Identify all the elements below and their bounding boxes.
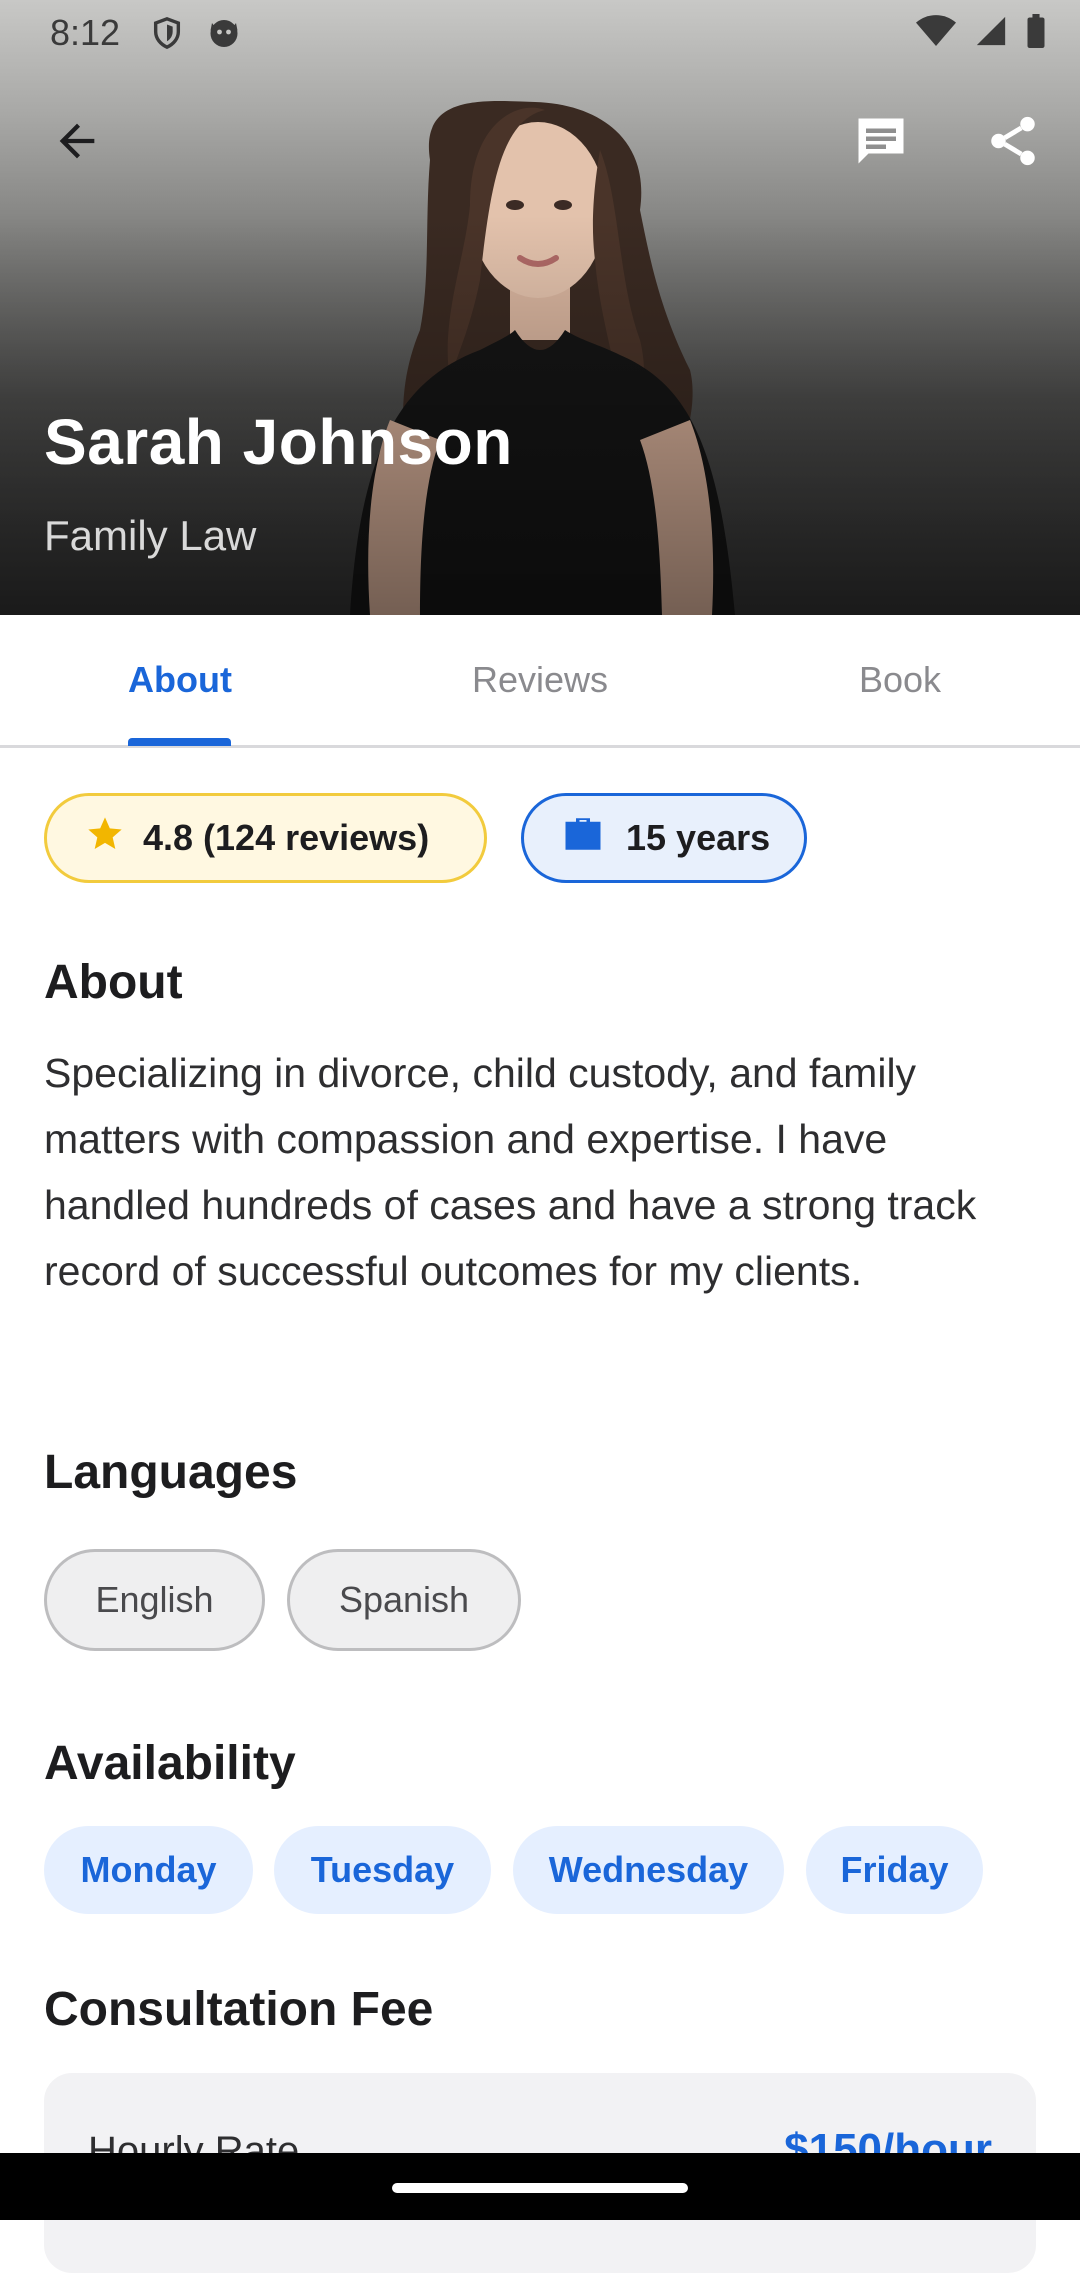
status-icons-right [916,14,1046,57]
back-button[interactable] [32,98,122,188]
status-bar: 8:12 [0,0,1080,66]
tab-reviews[interactable]: Reviews [360,615,720,745]
tab-book[interactable]: Book [720,615,1080,745]
share-button[interactable] [968,98,1058,188]
language-chip-english: English [44,1549,265,1651]
tab-about[interactable]: About [0,615,360,745]
consultation-fee-heading: Consultation Fee [44,1983,434,2036]
status-icons-left [150,14,242,61]
briefcase-icon [562,814,604,863]
message-icon [851,111,911,176]
system-navigation-bar [0,2153,1080,2220]
day-chip-tuesday: Tuesday [274,1826,491,1914]
status-time: 8:12 [50,12,121,53]
back-arrow-icon [51,115,103,172]
experience-badge: 15 years [521,793,807,883]
shield-icon [150,14,184,61]
profile-hero: 8:12 Sarah Johnson Family Law [0,0,1080,615]
availability-heading: Availability [44,1737,296,1790]
about-heading: About [44,956,183,1009]
active-tab-indicator [128,738,231,746]
cell-signal-icon [974,14,1008,57]
message-button[interactable] [836,98,926,188]
share-icon [984,112,1042,175]
rating-badge: 4.8 (124 reviews) [44,793,487,883]
battery-icon [1026,14,1046,57]
star-icon [85,814,125,863]
day-chip-friday: Friday [806,1826,983,1914]
wifi-icon [916,14,956,57]
lawyer-name: Sarah Johnson [44,406,513,478]
about-description: Specializing in divorce, child custody, … [44,1050,977,1294]
experience-text: 15 years [626,817,771,858]
languages-heading: Languages [44,1446,298,1499]
cat-face-icon [206,14,242,61]
day-chip-wednesday: Wednesday [513,1826,784,1914]
rating-text: 4.8 (124 reviews) [143,817,430,858]
lawyer-specialty: Family Law [44,512,257,559]
tab-bar: About Reviews Book [0,615,1080,748]
day-chip-monday: Monday [44,1826,253,1914]
language-chip-spanish: Spanish [287,1549,521,1651]
home-gesture-handle[interactable] [392,2183,688,2193]
